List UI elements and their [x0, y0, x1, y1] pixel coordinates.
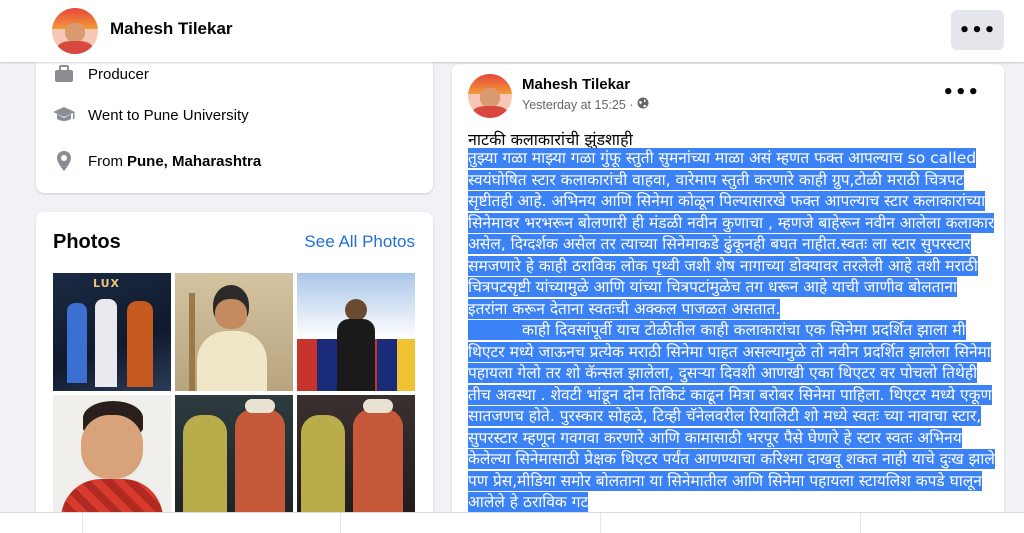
tab-divider [600, 513, 601, 533]
photo-tile-6[interactable] [297, 395, 415, 513]
photos-title: Photos [53, 231, 121, 253]
post-more-options-button[interactable]: ••• [942, 82, 980, 103]
avatar-image [468, 74, 512, 118]
intro-hometown-prefix: From [88, 152, 123, 170]
more-options-button[interactable]: ••• [951, 10, 1004, 50]
post-title: नाटकी कलाकारांची झुंडशाही [468, 130, 633, 149]
post-body: तुझ्या गळा माझ्या गळा गुंफू स्तुती सुमना… [468, 148, 998, 514]
photo-tile-4[interactable] [53, 395, 171, 513]
post-paragraph-1: तुझ्या गळा माझ्या गळा गुंफू स्तुती सुमना… [468, 148, 995, 319]
photos-card: Photos See All Photos LUX [36, 212, 433, 532]
post-card: Mahesh Tilekar Yesterday at 15:25 · ••• … [452, 64, 1004, 533]
profile-avatar[interactable] [52, 8, 98, 54]
profile-name[interactable]: Mahesh Tilekar [110, 19, 233, 39]
photo-tile-3[interactable] [297, 273, 415, 391]
post-author-name[interactable]: Mahesh Tilekar [522, 76, 630, 93]
tab-divider [82, 513, 83, 533]
post-paragraph-2: काही दिवसांपूर्वी याच टोळीतील काही कलाका… [468, 320, 995, 512]
post-author-avatar[interactable] [468, 74, 512, 118]
tab-divider [860, 513, 861, 533]
intro-education-text: Went to Pune University [88, 106, 249, 124]
post-meta: Yesterday at 15:25 · [522, 97, 649, 112]
post-timestamp[interactable]: Yesterday at 15:25 · [522, 98, 633, 112]
see-all-photos-link[interactable]: See All Photos [304, 232, 415, 252]
intro-item-education: Went to Pune University [52, 103, 249, 127]
briefcase-icon [52, 62, 76, 86]
intro-card: Producer Went to Pune University From Pu… [36, 40, 433, 193]
intro-work-text: Producer [88, 65, 149, 83]
location-pin-icon [52, 149, 76, 173]
intro-item-hometown: From Pune, Maharashtra [52, 149, 261, 173]
avatar-image [52, 8, 98, 54]
photo-tile-5[interactable] [175, 395, 293, 513]
graduation-cap-icon [52, 103, 76, 127]
profile-header-bar: Mahesh Tilekar ••• [0, 0, 1024, 62]
tab-divider [340, 513, 341, 533]
globe-icon[interactable] [637, 97, 649, 112]
photo-tile-1[interactable]: LUX [53, 273, 171, 391]
photo-tile-2[interactable] [175, 273, 293, 391]
bottom-tab-strip [0, 512, 1024, 533]
intro-item-work: Producer [52, 62, 149, 86]
photo-tile-caption: LUX [93, 277, 121, 290]
intro-hometown-link[interactable]: Pune, Maharashtra [127, 153, 261, 170]
